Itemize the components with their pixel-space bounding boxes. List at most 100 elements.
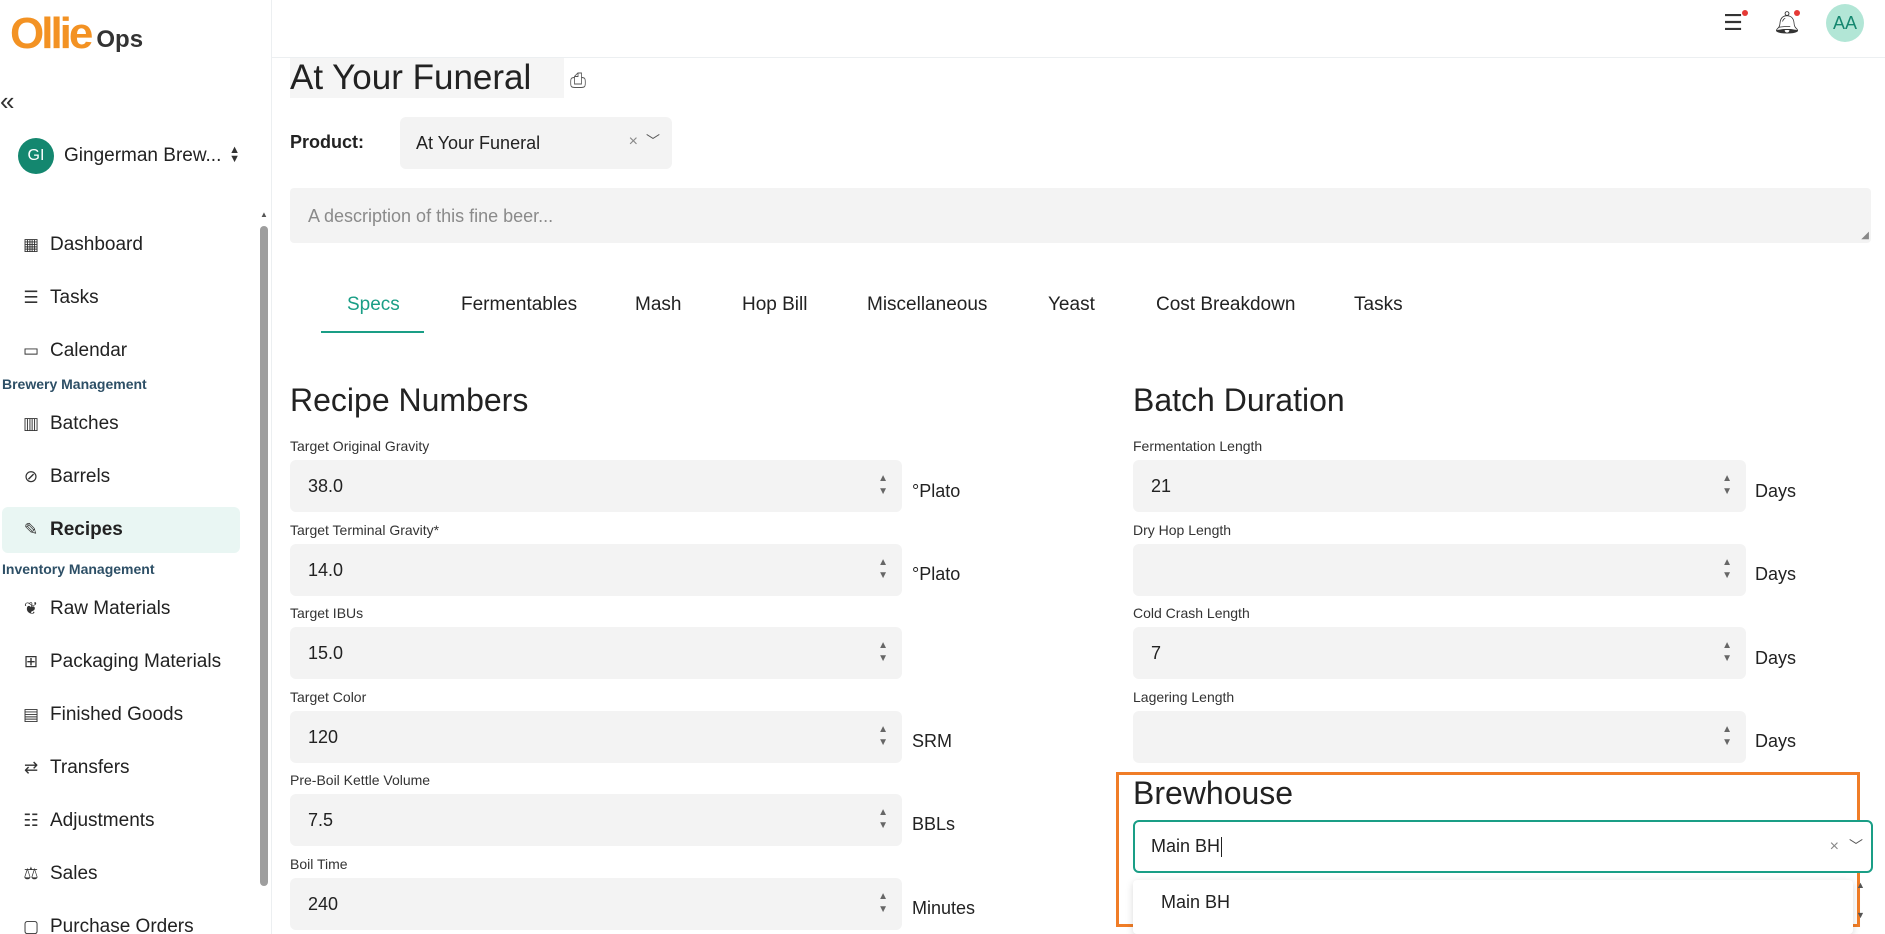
brewhouse-option[interactable]: Main BH xyxy=(1161,892,1230,913)
bell-notification-dot xyxy=(1794,10,1800,16)
clear-icon[interactable]: × xyxy=(1830,838,1839,856)
sidebar-item-calendar[interactable]: ▭ Calendar xyxy=(2,328,240,374)
target-ibus-label: Target IBUs xyxy=(290,605,364,621)
stepper-icon[interactable]: ▲ ▼ xyxy=(1722,639,1732,665)
pre-boil-volume-label: Pre-Boil Kettle Volume xyxy=(290,772,431,788)
stepper-icon[interactable]: ▲ ▼ xyxy=(878,890,888,916)
scrollbar-thumb[interactable] xyxy=(260,226,268,886)
org-avatar: GI xyxy=(18,138,54,174)
cold-crash-length-input[interactable]: 7 ▲ ▼ xyxy=(1133,627,1746,679)
calendar-icon: ▭ xyxy=(22,341,40,360)
product-label: Product: xyxy=(290,132,364,152)
sort-arrows-icon: ▲ ▼ xyxy=(229,144,240,165)
target-tg-value: 14.0 xyxy=(308,559,344,580)
fermentation-length-label: Fermentation Length xyxy=(1133,438,1263,454)
tab-specs[interactable]: Specs xyxy=(347,294,400,316)
target-ibus-input[interactable]: 15.0 ▲ ▼ xyxy=(290,627,902,679)
pre-boil-volume-value: 7.5 xyxy=(308,809,334,830)
target-tg-unit: °Plato xyxy=(912,564,961,584)
target-og-input[interactable]: 38.0 ▲ ▼ xyxy=(290,460,902,512)
stepper-icon[interactable]: ▲ ▼ xyxy=(878,723,888,749)
target-tg-input[interactable]: 14.0 ▲ ▼ xyxy=(290,544,902,596)
sidebar-item-label: Sales xyxy=(50,863,98,884)
recipe-numbers-title: Recipe Numbers xyxy=(290,382,529,418)
sidebar-scrollbar[interactable]: ▲ xyxy=(259,210,269,934)
sidebar-item-label: Calendar xyxy=(50,340,128,361)
target-color-value: 120 xyxy=(308,726,339,747)
stepper-icon[interactable]: ▲ ▼ xyxy=(878,806,888,832)
sidebar-item-transfers[interactable]: ⇄ Transfers xyxy=(2,745,240,791)
stepper-icon[interactable]: ▲ ▼ xyxy=(1722,723,1732,749)
sidebar-item-finished-goods[interactable]: ▤ Finished Goods xyxy=(2,692,240,738)
print-icon[interactable]: ⎙ xyxy=(570,70,586,93)
boil-time-label: Boil Time xyxy=(290,856,348,872)
transfers-icon: ⇄ xyxy=(23,758,39,777)
active-tab-indicator xyxy=(321,331,424,333)
fermentation-length-input[interactable]: 21 ▲ ▼ xyxy=(1133,460,1746,512)
lagering-length-label: Lagering Length xyxy=(1133,689,1235,705)
description-textarea[interactable]: A description of this fine beer... ◢ xyxy=(290,188,1871,243)
app-logo[interactable]: Ollie Ops xyxy=(10,12,143,56)
tab-hop-bill[interactable]: Hop Bill xyxy=(742,294,807,316)
barrels-icon: ⊘ xyxy=(23,467,39,486)
sidebar-item-packaging-materials[interactable]: ⊞ Packaging Materials xyxy=(2,639,240,685)
scroll-up-icon[interactable]: ▲ xyxy=(260,210,268,219)
task-notification-dot xyxy=(1742,10,1748,16)
tab-fermentables[interactable]: Fermentables xyxy=(461,294,577,316)
tab-tasks[interactable]: Tasks xyxy=(1354,294,1403,316)
lagering-length-unit: Days xyxy=(1755,731,1797,751)
batch-duration-title: Batch Duration xyxy=(1133,382,1345,418)
tab-miscellaneous[interactable]: Miscellaneous xyxy=(867,294,987,316)
stepper-icon[interactable]: ▲ ▼ xyxy=(878,472,888,498)
pre-boil-volume-unit: BBLs xyxy=(912,814,956,834)
brewhouse-input-value: Main BH xyxy=(1151,836,1221,856)
sidebar-item-adjustments[interactable]: ☷ Adjustments xyxy=(2,798,240,844)
tasks-icon: ☰ xyxy=(23,288,39,307)
dry-hop-length-input[interactable]: ▲ ▼ xyxy=(1133,544,1746,596)
product-select[interactable]: At Your Funeral × ﹀ xyxy=(400,117,672,169)
boil-time-input[interactable]: 240 ▲ ▼ xyxy=(290,878,902,930)
tab-yeast[interactable]: Yeast xyxy=(1048,294,1095,316)
adjustments-icon: ☷ xyxy=(23,811,39,830)
target-color-input[interactable]: 120 ▲ ▼ xyxy=(290,711,902,763)
tab-cost-breakdown[interactable]: Cost Breakdown xyxy=(1156,294,1295,316)
sidebar-item-barrels[interactable]: ⊘ Barrels xyxy=(2,454,240,500)
lagering-length-input[interactable]: ▲ ▼ xyxy=(1133,711,1746,763)
chevron-down-icon[interactable]: ﹀ xyxy=(646,131,660,151)
raw-materials-icon: ❦ xyxy=(23,599,39,618)
stepper-icon[interactable]: ▲ ▼ xyxy=(878,639,888,665)
sidebar-item-tasks[interactable]: ☰ Tasks xyxy=(2,275,240,321)
sidebar-item-recipes[interactable]: ✎ Recipes xyxy=(2,507,240,553)
sidebar-item-label: Barrels xyxy=(50,466,111,487)
sidebar-item-raw-materials[interactable]: ❦ Raw Materials xyxy=(2,586,240,632)
sidebar-item-dashboard[interactable]: ▦ Dashboard xyxy=(2,222,240,268)
organization-switcher[interactable]: GI Gingerman Brew... ▲ ▼ xyxy=(18,138,240,174)
target-og-unit: °Plato xyxy=(912,481,961,501)
recipes-icon: ✎ xyxy=(23,520,39,539)
recipe-title-input[interactable]: At Your Funeral xyxy=(290,58,564,98)
user-avatar[interactable]: AA xyxy=(1826,4,1864,42)
dropdown-scrollbar[interactable]: ▲ ▼ xyxy=(1856,880,1870,934)
collapse-sidebar-icon[interactable]: « xyxy=(0,88,14,114)
stepper-icon[interactable]: ▲ ▼ xyxy=(878,556,888,582)
logo-main-text: Ollie xyxy=(10,9,93,58)
chevron-down-icon[interactable]: ﹀ xyxy=(1849,836,1863,856)
target-color-unit: SRM xyxy=(912,731,952,751)
tab-mash[interactable]: Mash xyxy=(635,294,681,316)
resize-grip-icon[interactable]: ◢ xyxy=(1861,230,1869,241)
description-placeholder: A description of this fine beer... xyxy=(308,206,554,226)
sidebar-item-label: Batches xyxy=(50,413,119,434)
sidebar-item-purchase-orders[interactable]: ▢ Purchase Orders xyxy=(2,904,240,934)
clear-icon[interactable]: × xyxy=(629,133,638,151)
sidebar-item-label: Recipes xyxy=(50,519,123,540)
sidebar-item-sales[interactable]: ⚖ Sales xyxy=(2,851,240,897)
cold-crash-length-label: Cold Crash Length xyxy=(1133,605,1250,621)
target-og-value: 38.0 xyxy=(308,475,344,496)
brewhouse-select-input[interactable]: Main BH × ﹀ xyxy=(1133,820,1873,873)
sidebar-item-batches[interactable]: ▥ Batches xyxy=(2,401,240,447)
batches-icon: ▥ xyxy=(22,414,40,433)
boil-time-unit: Minutes xyxy=(912,898,976,918)
stepper-icon[interactable]: ▲ ▼ xyxy=(1722,556,1732,582)
stepper-icon[interactable]: ▲ ▼ xyxy=(1722,472,1732,498)
pre-boil-volume-input[interactable]: 7.5 ▲ ▼ xyxy=(290,794,902,846)
